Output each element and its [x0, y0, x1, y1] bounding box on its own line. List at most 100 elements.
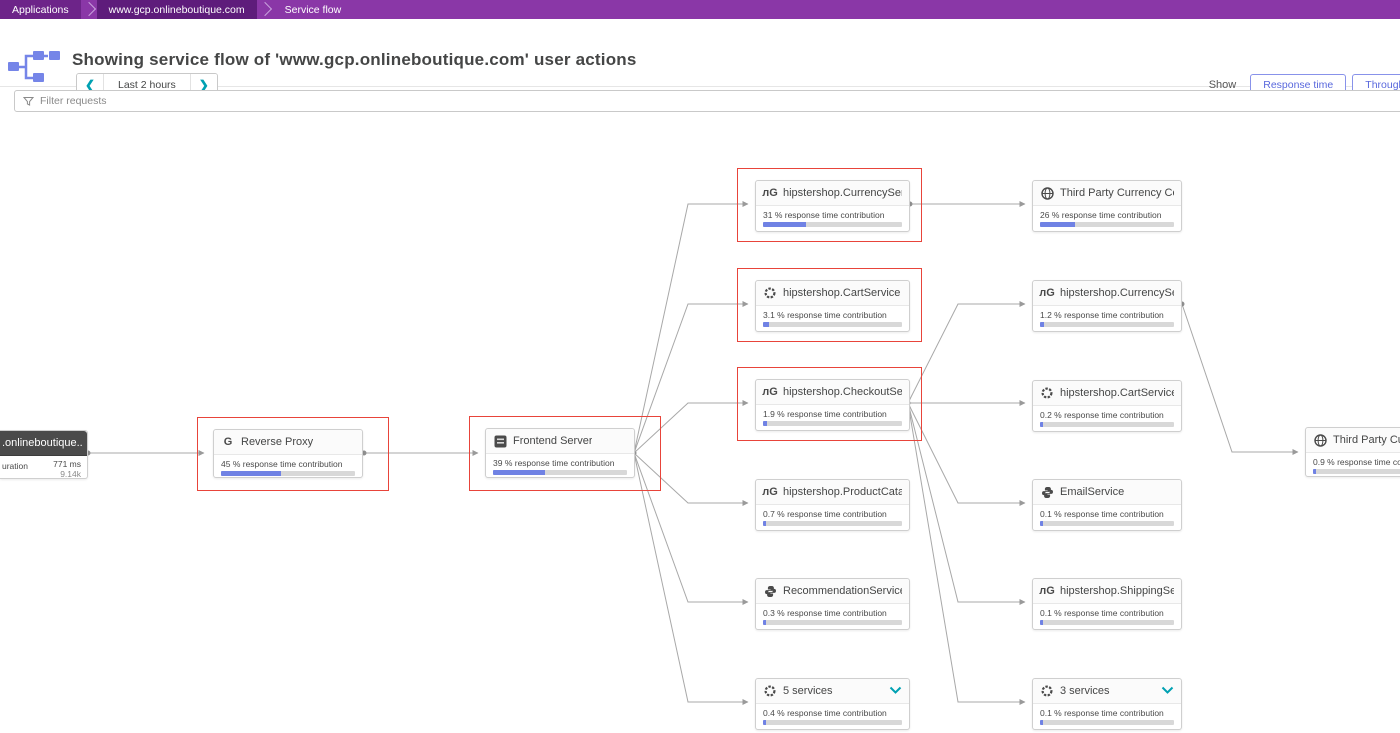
contribution-label: 39 % response time contribution — [493, 458, 627, 468]
duration-label: uration — [2, 459, 28, 471]
breadcrumb-chevron-icon — [81, 0, 97, 19]
go-icon: ᴫG — [1040, 286, 1054, 300]
contribution-label: 45 % response time contribution — [221, 459, 355, 469]
chevron-down-icon[interactable] — [1161, 682, 1174, 700]
node-title: Frontend Server — [513, 435, 592, 447]
node-application[interactable]: .onlineboutique... uration 771 ms 9.14k — [0, 430, 88, 479]
contribution-label: 0.1 % response time contribution — [1040, 509, 1174, 519]
gear-icon — [763, 684, 777, 698]
contribution-bar — [1313, 469, 1400, 474]
node-checkoutservice[interactable]: ᴫG hipstershop.CheckoutSer... 1.9 % resp… — [755, 379, 910, 431]
node-title: Third Party Currency Conv... — [1060, 187, 1174, 199]
node-title: hipstershop.CurrencySer... — [783, 187, 902, 199]
node-shippingservice[interactable]: ᴫG hipstershop.ShippingSer... 0.1 % resp… — [1032, 578, 1182, 630]
server-icon — [493, 434, 507, 448]
contribution-label: 0.1 % response time contribution — [1040, 608, 1174, 618]
contribution-bar — [221, 471, 355, 476]
flow-edge-frontend-server-to-currencyservice — [634, 204, 748, 453]
node-title: hipstershop.ShippingSer... — [1060, 585, 1174, 597]
contribution-label: 0.9 % response time contribution — [1313, 457, 1400, 467]
page-title: Showing service flow of 'www.gcp.onlineb… — [72, 50, 637, 70]
chevron-down-icon[interactable] — [889, 682, 902, 700]
node-third-party-currency-2[interactable]: Third Party Curre 0.9 % response time co… — [1305, 427, 1400, 477]
contribution-label: 26 % response time contribution — [1040, 210, 1174, 220]
go-icon: ᴫG — [763, 485, 777, 499]
node-3-services[interactable]: 3 services 0.1 % response time contribut… — [1032, 678, 1182, 730]
filter-bar — [14, 90, 1400, 112]
node-cartservice-2[interactable]: hipstershop.CartService (g... 0.2 % resp… — [1032, 380, 1182, 432]
duration-value: 771 ms — [53, 459, 81, 469]
contribution-label: 0.1 % response time contribution — [1040, 708, 1174, 718]
flow-edge-frontend-server-to-cartservice — [634, 304, 748, 453]
contribution-bar — [1040, 422, 1174, 427]
flow-edge-frontend-server-to-checkoutservice — [634, 403, 748, 453]
flow-edge-frontend-server-to-recommendationservice — [634, 453, 748, 602]
contribution-bar — [1040, 222, 1174, 227]
flow-edge-frontend-server-to-5-services — [634, 453, 748, 702]
contribution-bar — [493, 470, 627, 475]
contribution-label: 0.3 % response time contribution — [763, 608, 902, 618]
python-icon — [763, 584, 777, 598]
node-title: hipstershop.CartService (g... — [783, 287, 902, 299]
flow-edge-checkoutservice-to-emailservice — [908, 403, 1025, 503]
node-frontend-server[interactable]: Frontend Server 39 % response time contr… — [485, 428, 635, 478]
contribution-label: 3.1 % response time contribution — [763, 310, 902, 320]
node-currencyservice[interactable]: ᴫG hipstershop.CurrencySer... 31 % respo… — [755, 180, 910, 232]
contribution-label: 0.2 % response time contribution — [1040, 410, 1174, 420]
contribution-label: 1.2 % response time contribution — [1040, 310, 1174, 320]
breadcrumb-application-name[interactable]: www.gcp.onlineboutique.com — [97, 0, 257, 19]
node-title: hipstershop.CurrencySer... — [1060, 287, 1174, 299]
node-title: Third Party Curre — [1333, 434, 1400, 446]
node-recommendationservice[interactable]: RecommendationService 0.3 % response tim… — [755, 578, 910, 630]
contribution-bar — [1040, 620, 1174, 625]
node-reverse-proxy[interactable]: G Reverse Proxy 45 % response time contr… — [213, 429, 363, 478]
node-emailservice[interactable]: EmailService 0.1 % response time contrib… — [1032, 479, 1182, 531]
node-cartservice[interactable]: hipstershop.CartService (g... 3.1 % resp… — [755, 280, 910, 332]
breadcrumb: Applications www.gcp.onlineboutique.com … — [0, 0, 1400, 19]
node-title: 5 services — [783, 685, 833, 697]
contribution-label: 31 % response time contribution — [763, 210, 902, 220]
gear-icon — [1040, 684, 1054, 698]
python-icon — [1040, 485, 1054, 499]
contribution-bar — [1040, 521, 1174, 526]
go-icon: ᴫG — [763, 385, 777, 399]
contribution-label: 0.7 % response time contribution — [763, 509, 902, 519]
node-title: 3 services — [1060, 685, 1110, 697]
contribution-bar — [763, 521, 902, 526]
node-currencyservice-2[interactable]: ᴫG hipstershop.CurrencySer... 1.2 % resp… — [1032, 280, 1182, 332]
breadcrumb-service-flow[interactable]: Service flow — [273, 0, 354, 19]
contribution-label: 0.4 % response time contribution — [763, 708, 902, 718]
g-proxy-icon: G — [221, 435, 235, 449]
flow-edge-frontend-server-to-productcatalogservice — [634, 453, 748, 503]
node-title: hipstershop.CheckoutSer... — [783, 386, 902, 398]
globe-icon — [1313, 433, 1327, 447]
flow-edge-checkoutservice-to-3-services — [908, 403, 1025, 702]
flow-edge-currencyservice-2-to-third-party-currency-2 — [1182, 304, 1298, 452]
globe-icon — [1040, 186, 1054, 200]
node-title: EmailService — [1060, 486, 1124, 498]
node-title: RecommendationService — [783, 585, 902, 597]
page-header: Showing service flow of 'www.gcp.onlineb… — [0, 19, 1400, 87]
node-third-party-currency[interactable]: Third Party Currency Conv... 26 % respon… — [1032, 180, 1182, 232]
contribution-bar — [763, 620, 902, 625]
contribution-bar — [1040, 322, 1174, 327]
breadcrumb-applications[interactable]: Applications — [0, 0, 81, 19]
node-title: .onlineboutique... — [2, 437, 83, 449]
request-count: 9.14k — [53, 469, 81, 479]
service-flow-page: Applications www.gcp.onlineboutique.com … — [0, 0, 1400, 733]
node-productcatalogservice[interactable]: ᴫG hipstershop.ProductCatal... 0.7 % res… — [755, 479, 910, 531]
filter-funnel-icon — [23, 96, 34, 107]
contribution-bar — [763, 720, 902, 725]
filter-requests-input[interactable] — [40, 95, 1397, 107]
node-title: Reverse Proxy — [241, 436, 313, 448]
contribution-label: 1.9 % response time contribution — [763, 409, 902, 419]
node-title: hipstershop.ProductCatal... — [783, 486, 902, 498]
node-title: hipstershop.CartService (g... — [1060, 387, 1174, 399]
gear-icon — [1040, 386, 1054, 400]
node-5-services[interactable]: 5 services 0.4 % response time contribut… — [755, 678, 910, 730]
flow-edge-checkoutservice-to-currencyservice-2 — [908, 304, 1025, 403]
contribution-bar — [763, 421, 902, 426]
contribution-bar — [1040, 720, 1174, 725]
go-icon: ᴫG — [1040, 584, 1054, 598]
contribution-bar — [763, 322, 902, 327]
